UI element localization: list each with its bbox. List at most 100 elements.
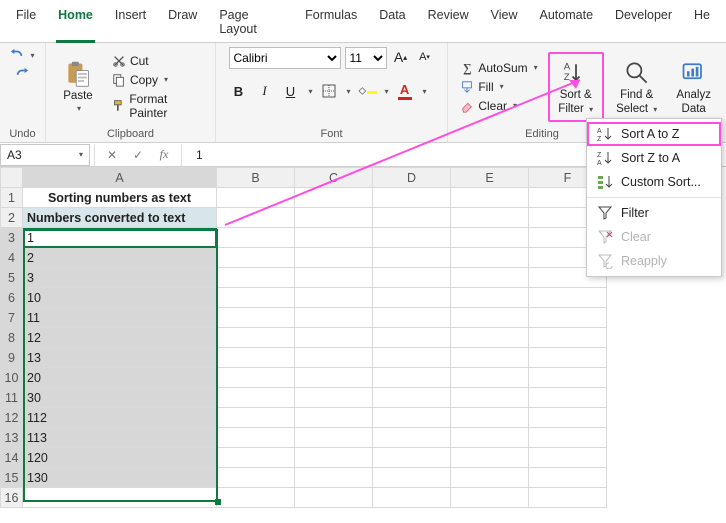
sort-az-icon: AZ <box>597 126 613 142</box>
group-clipboard: Paste ▾ Cut Copy▾ <box>46 43 216 142</box>
row-header[interactable]: 1 <box>1 188 23 208</box>
sigma-icon: ∑ <box>460 61 474 75</box>
menu-sort-za-label: Sort Z to A <box>621 151 680 165</box>
row-header[interactable]: 3 <box>1 228 23 248</box>
selection-fill-handle[interactable] <box>215 499 221 505</box>
col-header-C[interactable]: C <box>295 168 373 188</box>
tab-view[interactable]: View <box>481 4 528 42</box>
font-color-button[interactable]: A <box>395 81 415 101</box>
underline-button[interactable]: U <box>281 81 301 101</box>
cell[interactable]: 30 <box>23 388 217 408</box>
cut-button[interactable]: Cut <box>108 53 209 69</box>
cell[interactable]: 3 <box>23 268 217 288</box>
cell[interactable]: 12 <box>23 328 217 348</box>
italic-button[interactable]: I <box>255 81 275 101</box>
tab-formulas[interactable]: Formulas <box>295 4 367 42</box>
cell[interactable]: 11 <box>23 308 217 328</box>
tab-developer[interactable]: Developer <box>605 4 682 42</box>
col-header-D[interactable]: D <box>373 168 451 188</box>
tab-help[interactable]: He <box>684 4 720 42</box>
name-box[interactable]: A3 ▾ <box>0 144 90 166</box>
cell[interactable]: 2 <box>23 248 217 268</box>
row-header[interactable]: 4 <box>1 248 23 268</box>
cell[interactable]: 130 <box>23 468 217 488</box>
menu-sort-az[interactable]: AZ Sort A to Z <box>587 122 721 146</box>
find-select-label1: Find & <box>620 89 653 101</box>
tab-automate[interactable]: Automate <box>530 4 604 42</box>
row-header[interactable]: 10 <box>1 368 23 388</box>
row-header[interactable]: 11 <box>1 388 23 408</box>
font-size-select[interactable]: 11 <box>345 47 387 69</box>
row-header[interactable]: 13 <box>1 428 23 448</box>
row-header[interactable]: 6 <box>1 288 23 308</box>
paste-button[interactable]: Paste ▾ <box>52 52 104 122</box>
col-header-A[interactable]: A <box>23 168 217 188</box>
fx-button[interactable]: fx <box>151 147 177 162</box>
row-header[interactable]: 7 <box>1 308 23 328</box>
undo-button[interactable]: ▾ <box>6 47 38 63</box>
enter-formula-button[interactable]: ✓ <box>125 148 151 162</box>
tab-file[interactable]: File <box>6 4 46 42</box>
tab-draw[interactable]: Draw <box>158 4 207 42</box>
format-painter-button[interactable]: Format Painter <box>108 91 209 121</box>
ribbon-tabs: File Home Insert Draw Page Layout Formul… <box>0 0 726 43</box>
funnel-icon <box>597 205 613 221</box>
redo-button[interactable] <box>11 66 33 82</box>
copy-button[interactable]: Copy▾ <box>108 72 209 88</box>
cancel-formula-button[interactable]: ✕ <box>99 148 125 162</box>
tab-data[interactable]: Data <box>369 4 415 42</box>
col-header-E[interactable]: E <box>451 168 529 188</box>
cell[interactable]: 113 <box>23 428 217 448</box>
menu-sort-za[interactable]: ZA Sort Z to A <box>587 146 721 170</box>
svg-text:A: A <box>563 61 570 72</box>
row-header[interactable]: 15 <box>1 468 23 488</box>
tab-insert[interactable]: Insert <box>105 4 156 42</box>
copy-label: Copy <box>130 73 158 87</box>
cell[interactable]: 13 <box>23 348 217 368</box>
increase-font-button[interactable]: A▴ <box>391 47 411 67</box>
analyze-data-button[interactable]: Analyz Data <box>670 52 718 122</box>
sort-za-icon: ZA <box>597 150 613 166</box>
title-cell[interactable]: Sorting numbers as text <box>23 188 217 208</box>
decrease-font-button[interactable]: A▾ <box>415 47 435 67</box>
formula-value[interactable]: 1 <box>186 148 203 162</box>
grid[interactable]: A B C D E F 1 Sorting numbers as text 2 … <box>0 167 607 508</box>
row-header[interactable]: 5 <box>1 268 23 288</box>
menu-filter[interactable]: Filter <box>587 201 721 225</box>
tab-home[interactable]: Home <box>48 4 103 42</box>
svg-text:Z: Z <box>597 136 602 142</box>
autosum-button[interactable]: ∑ AutoSum▾ <box>456 60 541 76</box>
row-header[interactable]: 16 <box>1 488 23 508</box>
font-name-select[interactable]: Calibri <box>229 47 341 69</box>
menu-custom-sort[interactable]: Custom Sort... <box>587 170 721 194</box>
col-header-B[interactable]: B <box>217 168 295 188</box>
menu-reapply-label: Reapply <box>621 254 667 268</box>
bold-button[interactable]: B <box>229 81 249 101</box>
magnifier-icon <box>623 59 651 87</box>
cell[interactable]: 10 <box>23 288 217 308</box>
borders-button[interactable] <box>319 81 339 101</box>
tab-review[interactable]: Review <box>418 4 479 42</box>
select-all-triangle[interactable] <box>1 168 23 188</box>
column-header-cell[interactable]: Numbers converted to text <box>23 208 217 228</box>
tab-page-layout[interactable]: Page Layout <box>209 4 293 42</box>
cell[interactable]: 112 <box>23 408 217 428</box>
clear-button[interactable]: Clear▾ <box>456 98 541 114</box>
row-header[interactable]: 9 <box>1 348 23 368</box>
cell[interactable]: 120 <box>23 448 217 468</box>
cell[interactable]: 20 <box>23 368 217 388</box>
cell-active[interactable]: 1 <box>23 228 217 248</box>
row-header[interactable]: 12 <box>1 408 23 428</box>
row-header[interactable]: 8 <box>1 328 23 348</box>
cell[interactable] <box>217 188 295 208</box>
group-label-clipboard: Clipboard <box>107 126 154 140</box>
find-select-button[interactable]: Find & Select ▾ <box>610 52 664 122</box>
sort-filter-button[interactable]: AZ Sort & Filter ▾ <box>548 52 604 122</box>
svg-text:Z: Z <box>563 72 569 83</box>
row-header[interactable]: 2 <box>1 208 23 228</box>
fill-color-button[interactable] <box>357 81 377 101</box>
row-header[interactable]: 14 <box>1 448 23 468</box>
group-label-font: Font <box>320 126 342 140</box>
svg-text:Z: Z <box>597 152 602 159</box>
fill-button[interactable]: Fill▾ <box>456 79 541 95</box>
